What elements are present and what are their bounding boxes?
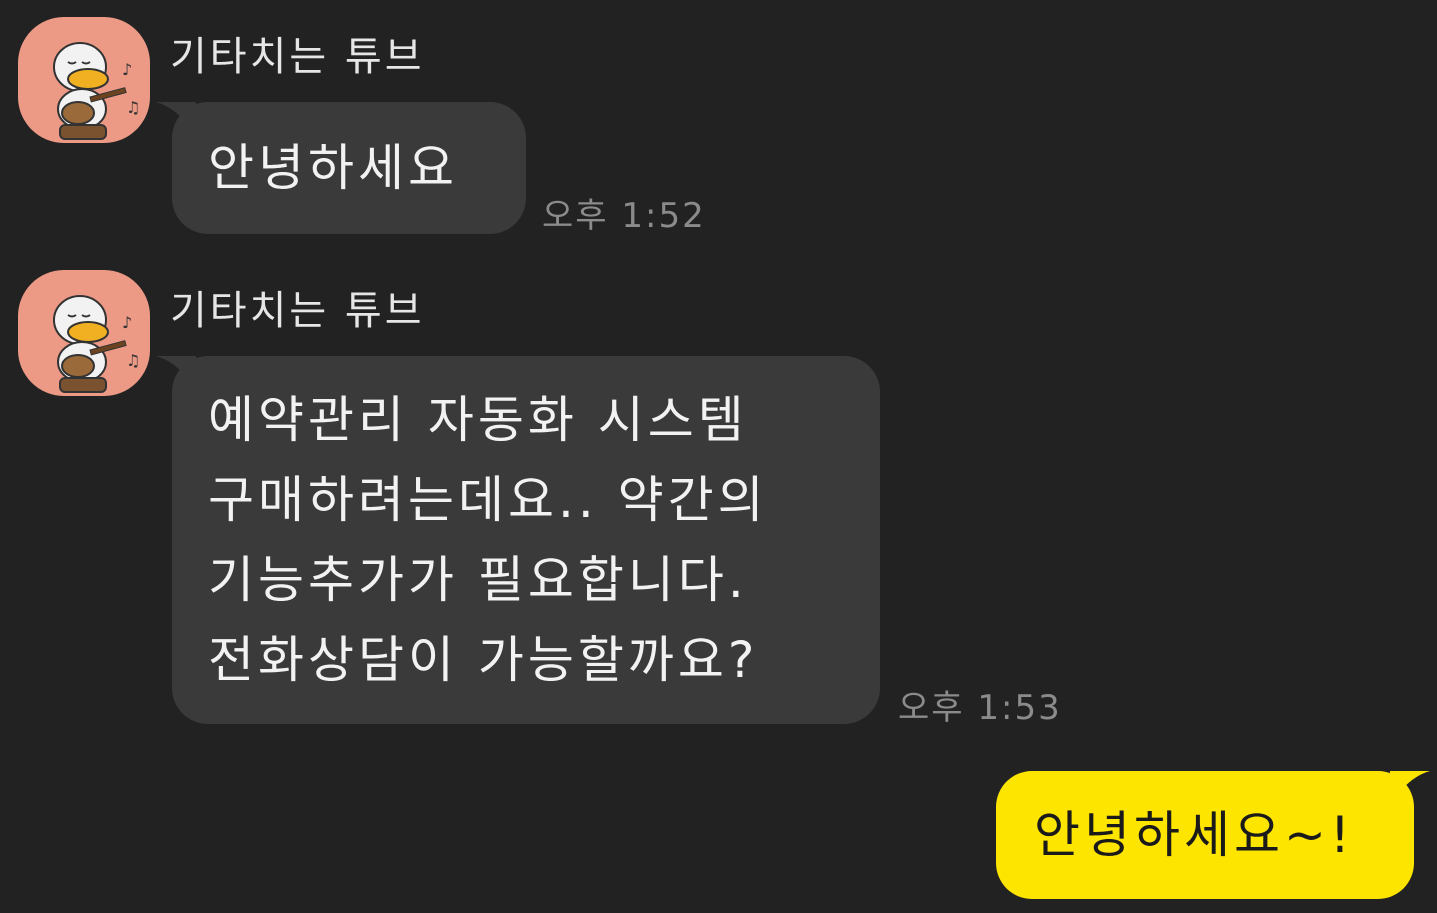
svg-text:♫: ♫ (126, 351, 140, 370)
message-text: 안녕하세요~! (1034, 806, 1354, 864)
message-timestamp: 오후 1:52 (542, 196, 706, 236)
incoming-message-bubble[interactable]: 안녕하세요 (156, 102, 526, 234)
tube-duck-guitar-avatar-icon: ♪ ♫ (53, 42, 140, 140)
profile-avatar[interactable]: ♪ ♫ (18, 17, 150, 143)
message-text: 예약관리 자동화 시스템 구매하려는데요.. 약간의 기능추가가 필요합니다. … (208, 391, 768, 689)
svg-text:♪: ♪ (122, 60, 132, 79)
chat-room: ♪ ♫ 기타치는 튜브 안녕하세요 오후 1:52 ♪ ♫ 기타치는 튜브 예약… (0, 0, 1437, 913)
sender-name: 기타치는 튜브 (170, 34, 425, 80)
svg-text:♪: ♪ (122, 313, 132, 332)
tube-duck-guitar-avatar-icon: ♪ ♫ (53, 295, 140, 393)
message-text: 안녕하세요 (208, 139, 458, 197)
svg-text:♫: ♫ (126, 98, 140, 117)
profile-avatar[interactable]: ♪ ♫ (18, 270, 150, 396)
outgoing-message-bubble[interactable]: 안녕하세요~! (996, 771, 1430, 899)
sender-name: 기타치는 튜브 (170, 288, 425, 334)
message-timestamp: 오후 1:53 (898, 688, 1062, 728)
incoming-message-bubble[interactable]: 예약관리 자동화 시스템 구매하려는데요.. 약간의 기능추가가 필요합니다. … (156, 356, 880, 724)
